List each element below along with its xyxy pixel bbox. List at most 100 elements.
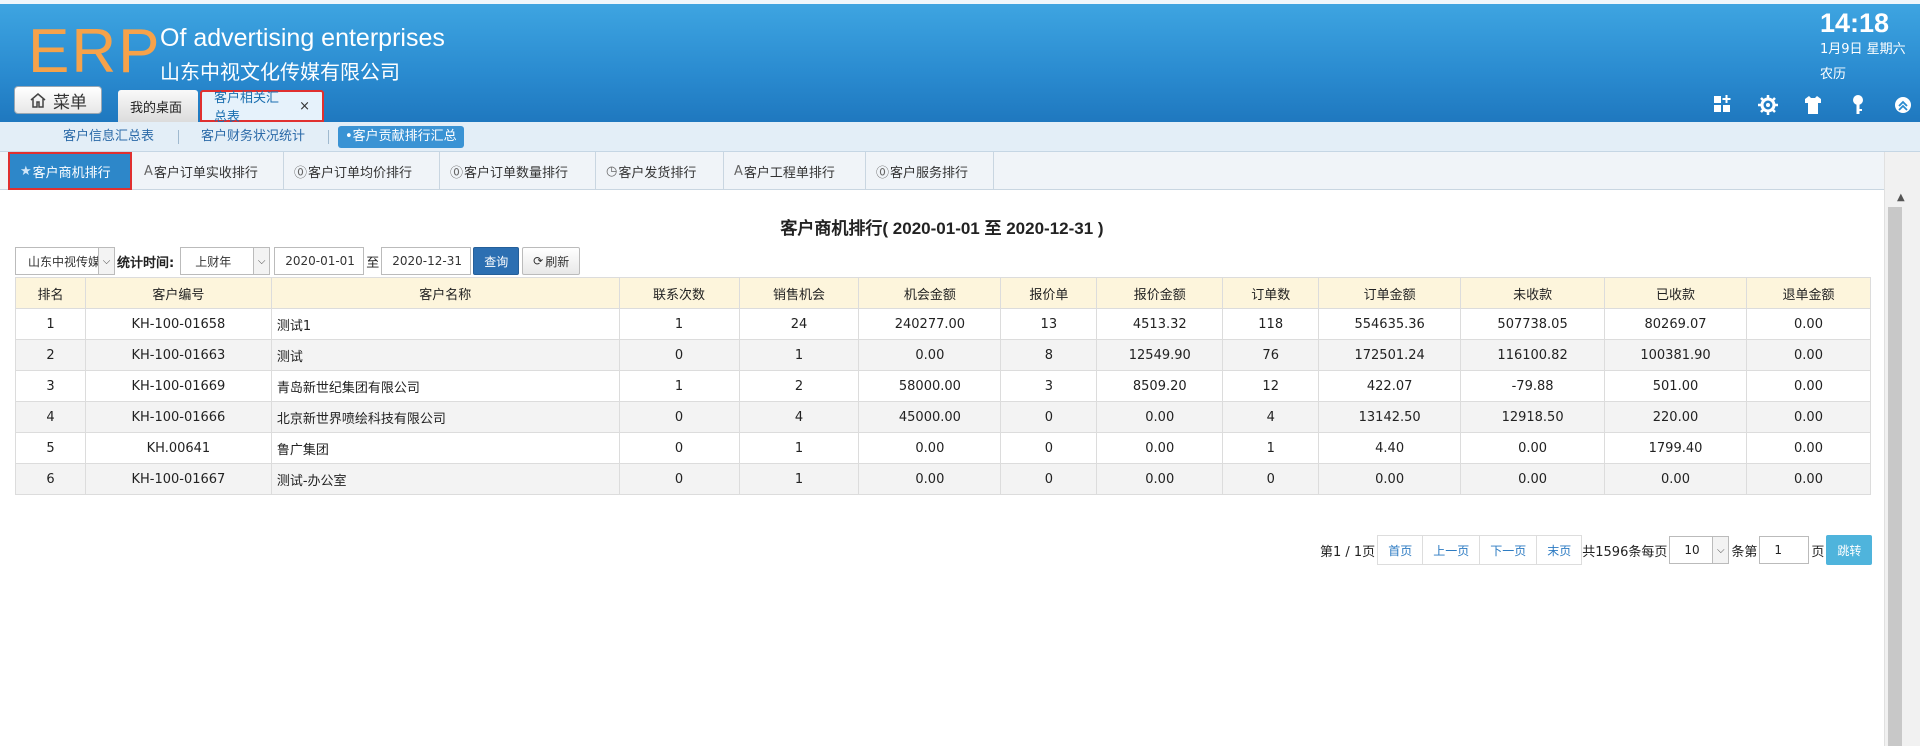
column-header[interactable]: 订单金额 [1318, 277, 1462, 309]
first-page-button[interactable]: 首页 [1378, 536, 1424, 564]
column-header[interactable]: 报价单 [1000, 277, 1098, 309]
tab-label: 客户订单实收排行 [153, 165, 258, 181]
table-cell: 12 [1222, 370, 1320, 402]
shirt-icon[interactable] [1802, 94, 1824, 116]
table-cell: 13 [1000, 308, 1098, 340]
tab-label: 客户工程单排行 [743, 165, 835, 181]
page-size-select[interactable]: 10 ⌵ [1669, 536, 1730, 564]
company-name-en: Of advertising enterprises [160, 24, 445, 52]
tab-label: 客户订单数量排行 [464, 165, 569, 181]
table-cell: 58000.00 [858, 370, 1002, 402]
last-page-button[interactable]: 末页 [1537, 536, 1582, 564]
table-row[interactable]: 5 KH.00641 鲁广集团 0 1 0.00 0 0.00 1 4.40 0.00 1799.40… [15, 432, 1872, 464]
column-header[interactable]: 退单金额 [1745, 277, 1872, 309]
clock-date: 1月9日 星期六 [1820, 42, 1906, 57]
end-date-input[interactable]: 2020-12-31 [381, 247, 472, 275]
prev-page-button[interactable]: 上一页 [1423, 536, 1481, 564]
table-cell: 0.00 [1460, 463, 1606, 495]
tab-customer-opportunity-rank[interactable]: ★ 客户商机排行 [8, 152, 132, 190]
table-cell: 青岛新世纪集团有限公司 [270, 370, 620, 402]
tab-label: 客户订单均价排行 [308, 165, 413, 181]
tab-service-rank[interactable]: ⓪ 客户服务排行 [866, 152, 994, 190]
column-header[interactable]: 客户名称 [270, 277, 620, 309]
grid-add-icon[interactable] [1712, 94, 1734, 116]
column-header[interactable]: 未收款 [1460, 277, 1606, 309]
tab-label: 客户相关汇总表 [214, 91, 280, 125]
star-icon: ★ [20, 163, 32, 179]
table-cell: KH-100-01669 [84, 370, 272, 402]
table-cell: 0 [618, 339, 740, 371]
table-cell: 3 [1000, 370, 1098, 402]
app-header: ERP Of advertising enterprises 山东中视文化传媒有… [0, 0, 1920, 125]
table-row[interactable]: 1 KH-100-01658 测试1 1 24 240277.00 13 4513.32 118… [15, 308, 1872, 340]
column-header[interactable]: 报价金额 [1096, 277, 1224, 309]
column-header[interactable]: 排名 [15, 277, 86, 309]
table-cell: 4 [738, 401, 860, 433]
table-cell: 24 [738, 308, 860, 340]
table-cell: 13142.50 [1318, 401, 1462, 433]
jump-button[interactable]: 跳转 [1826, 535, 1873, 565]
header-toolbar [1712, 94, 1914, 116]
table-cell: 2 [15, 339, 86, 371]
column-header[interactable]: 订单数 [1222, 277, 1320, 309]
menu-button-label: 菜单 [53, 92, 87, 113]
close-icon[interactable]: × [299, 99, 310, 114]
table-cell: 0.00 [858, 463, 1002, 495]
column-header[interactable]: 已收款 [1604, 277, 1747, 309]
query-button[interactable]: 查询 [473, 247, 520, 275]
table-cell: 4 [15, 401, 86, 433]
table-cell: 0.00 [1096, 401, 1224, 433]
table-cell: 0 [1222, 463, 1320, 495]
table-row[interactable]: 2 KH-100-01663 测试 0 1 0.00 8 12549.90 76 172501.2… [15, 339, 1872, 371]
table-row[interactable]: 3 KH-100-01669 青岛新世纪集团有限公司 1 2 58000.00 3 8509.… [15, 370, 1872, 402]
table-cell: 0 [1000, 401, 1098, 433]
tab-order-receipt-rank[interactable]: A 客户订单实收排行 [134, 152, 284, 190]
collapse-icon[interactable] [1892, 94, 1914, 116]
tab-customer-summary[interactable]: 客户相关汇总表 × [200, 90, 324, 125]
table-cell: 鲁广集团 [270, 432, 620, 464]
tab-order-count-rank[interactable]: ⓪ 客户订单数量排行 [440, 152, 596, 190]
subnav-customer-finance-stats[interactable]: 客户财务状况统计 [194, 126, 312, 148]
table-cell: 501.00 [1604, 370, 1747, 402]
font-icon: A [144, 163, 153, 179]
start-date-input[interactable]: 2020-01-01 [274, 247, 365, 275]
column-header[interactable]: 机会金额 [858, 277, 1002, 309]
table-cell: KH.00641 [84, 432, 272, 464]
tab-work-order-rank[interactable]: A 客户工程单排行 [724, 152, 866, 190]
next-page-button[interactable]: 下一页 [1480, 536, 1538, 564]
refresh-button[interactable]: ⟳ 刷新 [522, 247, 581, 275]
subnav-customer-contribution-rank[interactable]: •客户贡献排行汇总 [338, 126, 464, 148]
subnav-customer-info-summary[interactable]: 客户信息汇总表 [56, 126, 161, 148]
page-number-input[interactable]: 1 [1759, 536, 1810, 564]
scroll-up-arrow-icon[interactable]: ▲ [1897, 192, 1905, 203]
column-header[interactable]: 客户编号 [84, 277, 272, 309]
company-select[interactable]: 山东中视传媒 ⌵ [15, 247, 115, 275]
chevron-down-icon: ⌵ [98, 248, 114, 274]
tab-label: 客户商机排行 [32, 165, 111, 181]
table-cell: 0 [618, 432, 740, 464]
period-select[interactable]: 上财年 ⌵ [180, 247, 271, 275]
table-cell: 0.00 [1745, 370, 1872, 402]
column-header[interactable]: 联系次数 [618, 277, 740, 309]
table-cell: 0 [1000, 463, 1098, 495]
table-row[interactable]: 6 KH-100-01667 测试-办公室 0 1 0.00 0 0.00 0 0.00 0.00 0… [15, 463, 1872, 495]
table-row[interactable]: 4 KH-100-01666 北京新世界喷绘科技有限公司 0 4 45000.00 0 0.0… [15, 401, 1872, 433]
table-cell: 测试-办公室 [270, 463, 620, 495]
column-header[interactable]: 销售机会 [738, 277, 860, 309]
table-cell: 0.00 [1096, 432, 1224, 464]
key-icon[interactable] [1847, 94, 1869, 116]
table-cell: 8509.20 [1096, 370, 1224, 402]
report-title: 客户商机排行( 2020-01-01 至 2020-12-31 ) [780, 219, 1104, 238]
lunar-calendar: 农历 [1820, 67, 1847, 82]
tab-shipment-rank[interactable]: ◷ 客户发货排行 [596, 152, 724, 190]
tab-order-avg-price-rank[interactable]: ⓪ 客户订单均价排行 [284, 152, 440, 190]
tab-label: 客户发货排行 [618, 165, 697, 181]
vertical-scrollbar[interactable]: ▲ [1884, 152, 1920, 746]
table-cell: 北京新世界喷绘科技有限公司 [270, 401, 620, 433]
tab-my-desktop[interactable]: 我的桌面 [118, 90, 198, 122]
table-body: 1 KH-100-01658 测试1 1 24 240277.00 13 4513.32 118… [15, 308, 1872, 495]
scrollbar-thumb[interactable] [1888, 207, 1902, 746]
menu-button[interactable]: 菜单 [14, 86, 102, 114]
gear-icon[interactable] [1757, 94, 1779, 116]
table-cell: 100381.90 [1604, 339, 1747, 371]
